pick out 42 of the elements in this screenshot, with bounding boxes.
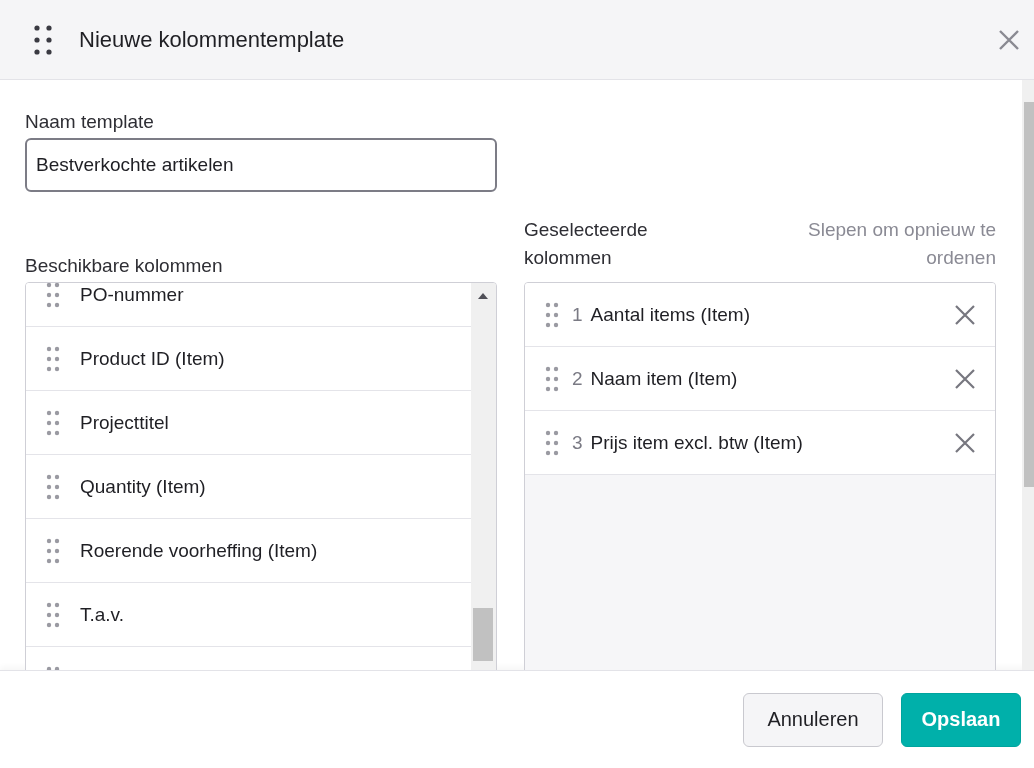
- drag-handle-icon[interactable]: [45, 408, 61, 437]
- remove-button[interactable]: [955, 368, 975, 389]
- scrollbar[interactable]: [1022, 80, 1034, 670]
- drag-handle-icon[interactable]: [34, 24, 52, 55]
- scrollbar-thumb[interactable]: [1024, 102, 1034, 487]
- order-number: 3: [572, 431, 583, 454]
- column-name: Projecttitel: [80, 411, 169, 434]
- order-number: 2: [572, 367, 583, 390]
- dialog-title: Nieuwe kolommentemplate: [79, 26, 346, 53]
- drag-handle-icon[interactable]: [544, 300, 560, 329]
- drag-handle-icon[interactable]: [544, 364, 560, 393]
- column-heading: Geselecteerde kolommen: [524, 218, 649, 270]
- field-label: Naam template: [25, 110, 155, 134]
- remove-button[interactable]: [955, 304, 975, 325]
- reorder-hint: Slepen om opnieuw te ordenen: [807, 218, 996, 270]
- scrollbar[interactable]: [471, 283, 496, 670]
- column-name: Aantal items (Item): [590, 303, 751, 326]
- selected-column-item[interactable]: 1 Aantal items (Item): [525, 283, 995, 347]
- drag-handle-icon[interactable]: [45, 344, 61, 373]
- drag-handle-icon[interactable]: [45, 283, 61, 309]
- column-heading: Beschikbare kolommen: [25, 254, 223, 278]
- drag-handle-icon[interactable]: [45, 536, 61, 565]
- drag-handle-icon[interactable]: [544, 428, 560, 457]
- selected-column-item[interactable]: 3 Prijs item excl. btw (Item): [525, 411, 995, 475]
- available-column-item[interactable]: PO-nummer: [26, 283, 471, 327]
- template-name-input[interactable]: Bestverkochte artikelen: [25, 138, 497, 192]
- column-name: T.a.v.: [80, 603, 124, 626]
- scroll-up-arrow-icon[interactable]: [478, 293, 488, 299]
- cancel-button[interactable]: Annuleren: [743, 692, 883, 747]
- order-number: 1: [572, 303, 583, 326]
- close-button[interactable]: [998, 28, 1020, 51]
- selected-column-item[interactable]: 2 Naam item (Item): [525, 347, 995, 411]
- remove-button[interactable]: [955, 432, 975, 453]
- drag-handle-icon[interactable]: [45, 472, 61, 501]
- column-name: Quantity (Item): [80, 475, 206, 498]
- column-name: Product ID (Item): [80, 347, 225, 370]
- drag-handle-icon[interactable]: [45, 600, 61, 629]
- scrollbar-thumb[interactable]: [473, 608, 493, 661]
- column-name: Prijs item excl. btw (Item): [590, 431, 804, 454]
- column-name: PO-nummer: [80, 283, 184, 306]
- column-name: Naam item (Item): [590, 367, 739, 390]
- column-name: Roerende voorheffing (Item): [80, 539, 318, 562]
